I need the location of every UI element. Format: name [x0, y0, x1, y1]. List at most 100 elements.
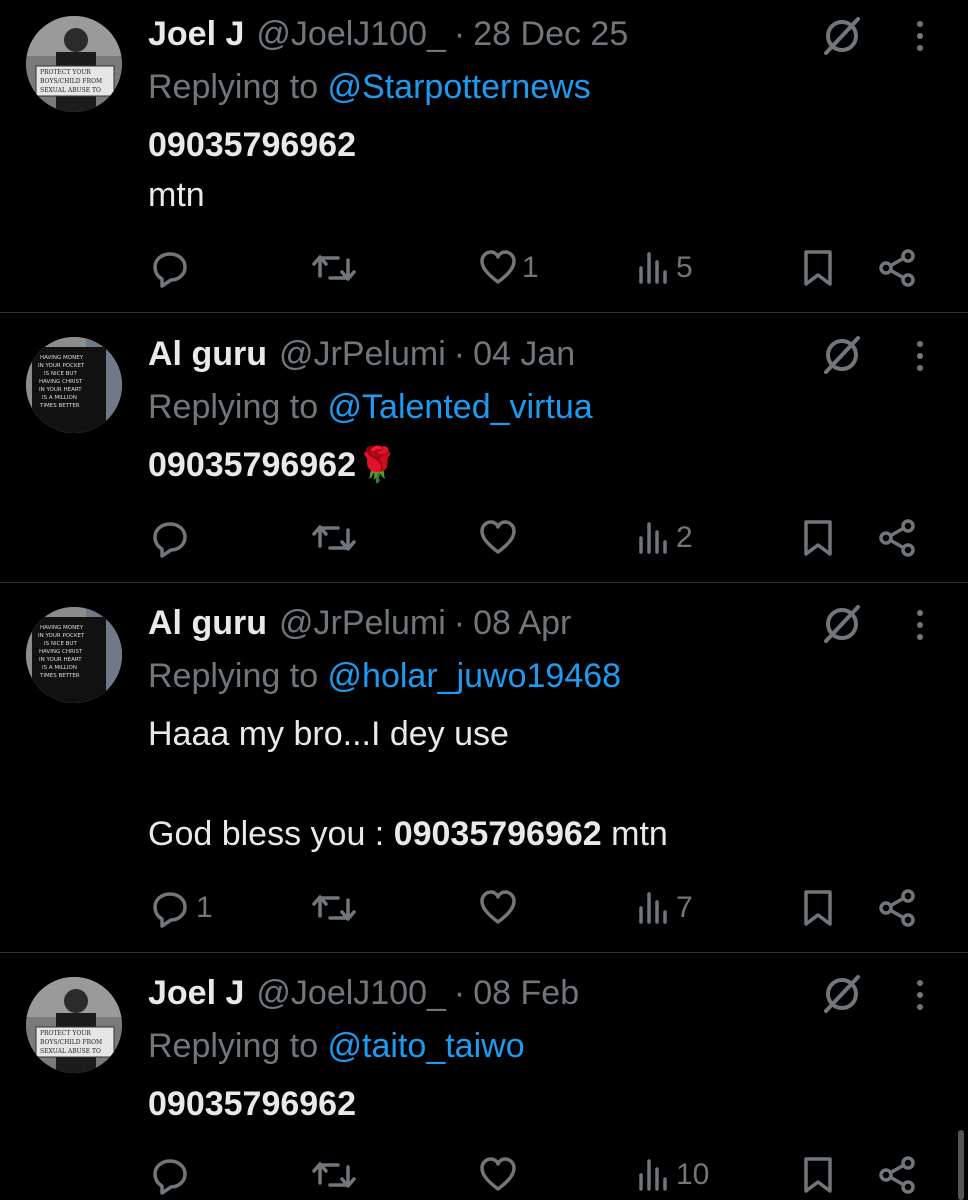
tweet-date[interactable]: 28 Dec 25	[473, 15, 628, 54]
tweet[interactable]: HAVING MONEY IN YOUR POCKET IS NICE BUT …	[0, 313, 968, 582]
svg-text:IS A MILLION: IS A MILLION	[42, 395, 77, 401]
like-button[interactable]	[478, 884, 522, 932]
user-handle[interactable]: @JoelJ100_	[256, 15, 446, 54]
user-handle[interactable]: @JrPelumi	[279, 604, 446, 643]
repost-button[interactable]	[310, 244, 362, 292]
avatar[interactable]: HAVING MONEY IN YOUR POCKET IS NICE BUT …	[26, 607, 122, 703]
bookmark-icon	[804, 1157, 832, 1193]
repost-icon	[312, 525, 356, 551]
share-button[interactable]	[876, 514, 920, 562]
views-button[interactable]: 2	[636, 514, 693, 562]
share-icon	[879, 1156, 915, 1194]
user-handle[interactable]: @JrPelumi	[279, 335, 446, 374]
like-button[interactable]	[478, 514, 522, 562]
replying-to: Replying to @taito_taiwo	[148, 1027, 525, 1066]
replying-label: Replying to	[148, 1027, 328, 1065]
share-button[interactable]	[876, 1151, 920, 1199]
svg-text:HAVING CHRIST: HAVING CHRIST	[39, 379, 83, 385]
svg-text:HAVING MONEY: HAVING MONEY	[40, 625, 84, 631]
tweet-text: 09035796962 mtn	[148, 120, 356, 220]
replying-label: Replying to	[148, 388, 328, 426]
more-icon[interactable]	[908, 336, 932, 376]
separator-dot: ·	[453, 603, 466, 642]
more-icon[interactable]	[908, 16, 932, 56]
reply-button[interactable]: 1	[148, 884, 213, 932]
reply-icon	[153, 892, 187, 928]
tweet-date[interactable]: 08 Feb	[473, 974, 579, 1013]
display-name[interactable]: Joel J	[148, 974, 244, 1013]
more-icon[interactable]	[908, 975, 932, 1015]
avatar[interactable]: HAVING MONEY IN YOUR POCKET IS NICE BUT …	[26, 337, 122, 433]
svg-text:IN YOUR POCKET: IN YOUR POCKET	[38, 363, 85, 369]
more-icon[interactable]	[908, 605, 932, 645]
bookmark-icon	[804, 250, 832, 286]
display-name[interactable]: Al guru	[148, 604, 267, 643]
avatar[interactable]: PROTECT YOUR BOYS/CHILD FROM SEXUAL ABUS…	[26, 16, 122, 112]
share-button[interactable]	[876, 884, 920, 932]
reply-icon	[153, 522, 187, 558]
svg-text:SEXUAL ABUSE TO: SEXUAL ABUSE TO	[40, 87, 101, 94]
tweet-text-line: 09035796962	[148, 126, 357, 164]
views-button[interactable]: 10	[636, 1151, 709, 1199]
grok-icon[interactable]	[820, 332, 864, 376]
display-name[interactable]: Joel J	[148, 15, 244, 54]
views-icon	[639, 1159, 667, 1191]
grok-icon[interactable]	[820, 13, 864, 57]
bookmark-button[interactable]	[800, 1151, 836, 1199]
action-bar: 1 7	[148, 884, 928, 932]
replying-to: Replying to @holar_juwo19468	[148, 657, 621, 696]
user-handle[interactable]: @JoelJ100_	[256, 974, 446, 1013]
repost-button[interactable]	[310, 514, 362, 562]
views-button[interactable]: 5	[636, 244, 693, 292]
bookmark-button[interactable]	[800, 884, 836, 932]
grok-icon[interactable]	[820, 601, 864, 645]
views-button[interactable]: 7	[636, 884, 693, 932]
avatar[interactable]: PROTECT YOUR BOYS/CHILD FROM SEXUAL ABUS…	[26, 977, 122, 1073]
reply-icon	[153, 1159, 187, 1195]
bookmark-icon	[804, 890, 832, 926]
replying-to: Replying to @Talented_virtua	[148, 388, 593, 427]
repost-icon	[312, 895, 356, 921]
reply-button[interactable]	[148, 244, 196, 292]
grok-icon[interactable]	[820, 971, 864, 1015]
repost-icon	[312, 1162, 356, 1188]
tweet[interactable]: PROTECT YOUR BOYS/CHILD FROM SEXUAL ABUS…	[0, 0, 968, 312]
replying-mention[interactable]: @Starpotternews	[328, 68, 591, 106]
like-button[interactable]: 1	[478, 244, 539, 292]
replying-label: Replying to	[148, 68, 328, 106]
replying-mention[interactable]: @taito_taiwo	[328, 1027, 525, 1065]
tweet[interactable]: HAVING MONEY IN YOUR POCKET IS NICE BUT …	[0, 583, 968, 952]
svg-text:HAVING MONEY: HAVING MONEY	[40, 355, 84, 361]
tweet-text: Haaa my bro...I dey use God bless you : …	[148, 709, 668, 859]
like-icon	[480, 520, 516, 554]
display-name[interactable]: Al guru	[148, 335, 267, 374]
tweet-text-line: God bless you : 09035796962 mtn	[148, 815, 668, 853]
separator-dot: ·	[453, 334, 466, 373]
reply-button[interactable]	[148, 514, 196, 562]
tweet-text-line: 09035796962	[148, 1085, 357, 1123]
svg-text:IS A MILLION: IS A MILLION	[42, 665, 77, 671]
share-button[interactable]	[876, 244, 920, 292]
bookmark-button[interactable]	[800, 514, 836, 562]
svg-text:PROTECT YOUR: PROTECT YOUR	[40, 1030, 91, 1037]
tweet-date[interactable]: 08 Apr	[473, 604, 571, 643]
replying-mention[interactable]: @holar_juwo19468	[328, 657, 622, 695]
svg-text:TIMES BETTER: TIMES BETTER	[39, 673, 80, 679]
tweet-text-line: 09035796962🌹	[148, 446, 399, 484]
action-bar: 1 5	[148, 244, 928, 292]
tweet-date[interactable]: 04 Jan	[473, 335, 575, 374]
separator-dot: ·	[453, 14, 466, 53]
repost-button[interactable]	[310, 1151, 362, 1199]
scrollbar[interactable]	[958, 1130, 964, 1200]
svg-text:TIMES BETTER: TIMES BETTER	[39, 403, 80, 409]
like-button[interactable]	[478, 1151, 522, 1199]
svg-text:IN YOUR POCKET: IN YOUR POCKET	[38, 633, 85, 639]
svg-text:PROTECT YOUR: PROTECT YOUR	[40, 69, 91, 76]
bookmark-button[interactable]	[800, 244, 836, 292]
share-icon	[879, 249, 915, 287]
share-icon	[879, 519, 915, 557]
reply-button[interactable]	[148, 1151, 196, 1199]
repost-button[interactable]	[310, 884, 362, 932]
replying-mention[interactable]: @Talented_virtua	[328, 388, 593, 426]
tweet[interactable]: PROTECT YOUR BOYS/CHILD FROM SEXUAL ABUS…	[0, 953, 968, 1200]
